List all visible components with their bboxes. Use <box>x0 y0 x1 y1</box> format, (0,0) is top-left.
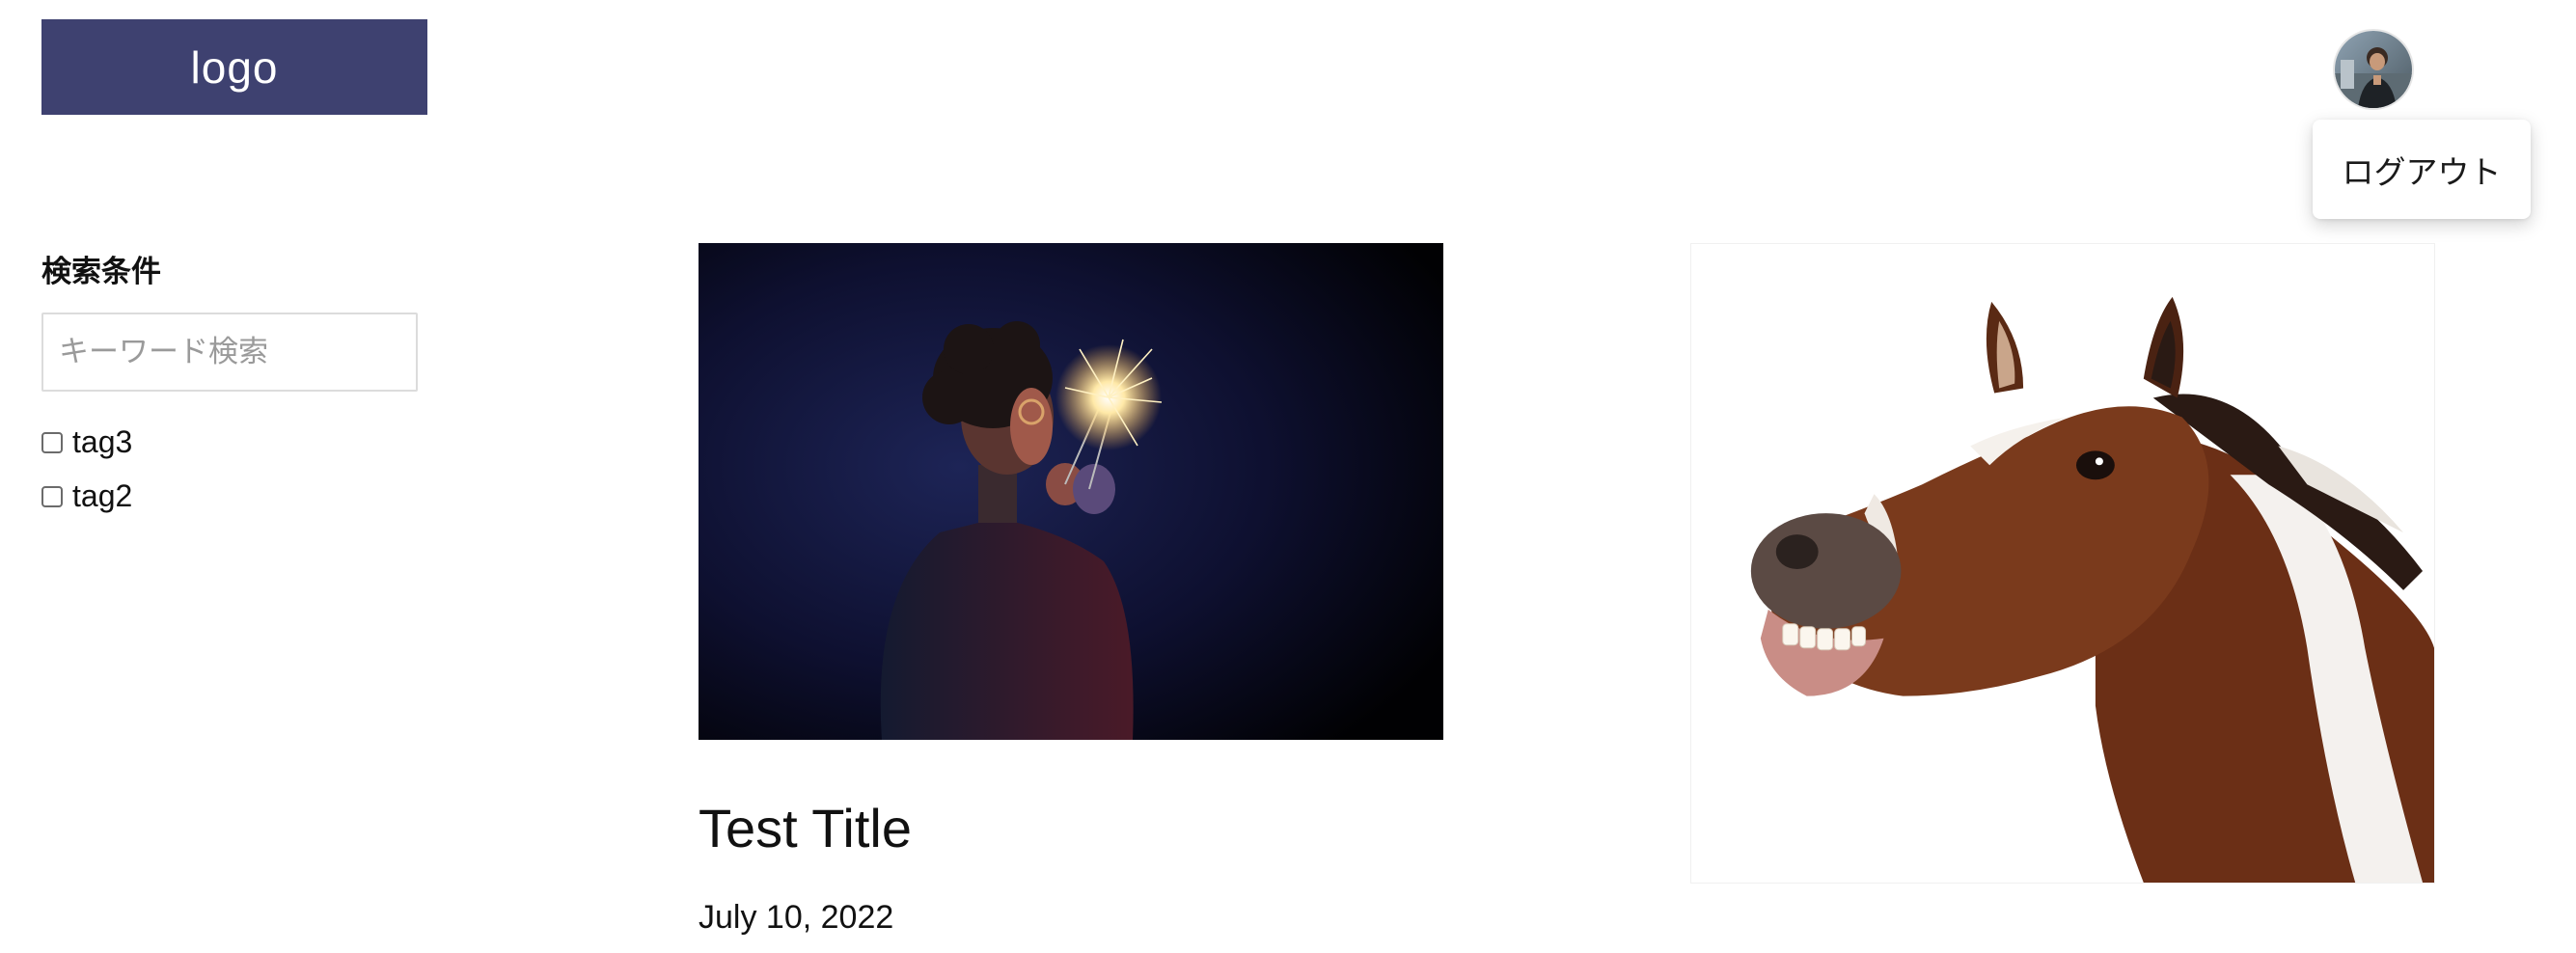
search-conditions-heading: 検索条件 <box>41 255 161 288</box>
logout-label: ログアウト <box>2342 153 2502 190</box>
card-1-date: July 10, 2022 <box>699 899 894 936</box>
page: logo ログアウト 検索条件 tag3 <box>0 0 2576 953</box>
tag-filter-tag2[interactable]: tag2 <box>41 478 132 514</box>
horse-image <box>1691 244 2434 883</box>
tag2-label: tag2 <box>72 478 133 513</box>
user-menu: ログアウト <box>2313 120 2531 219</box>
card-1-title[interactable]: Test Title <box>699 797 912 859</box>
avatar-photo-icon <box>2335 31 2412 108</box>
tag-filter-tag3[interactable]: tag3 <box>41 424 132 460</box>
user-avatar[interactable] <box>2335 31 2412 108</box>
keyword-search-input[interactable] <box>41 313 418 392</box>
card-1-image[interactable] <box>699 243 1443 740</box>
tag3-checkbox[interactable] <box>41 431 63 453</box>
logo[interactable]: logo <box>41 19 427 115</box>
tag2-checkbox[interactable] <box>41 485 63 507</box>
logout-menu-item[interactable]: ログアウト <box>2313 120 2531 219</box>
logo-text: logo <box>190 41 279 93</box>
card-2-image[interactable] <box>1690 243 2435 884</box>
tag3-label: tag3 <box>72 424 133 459</box>
sparkler-portrait-image <box>699 243 1443 740</box>
